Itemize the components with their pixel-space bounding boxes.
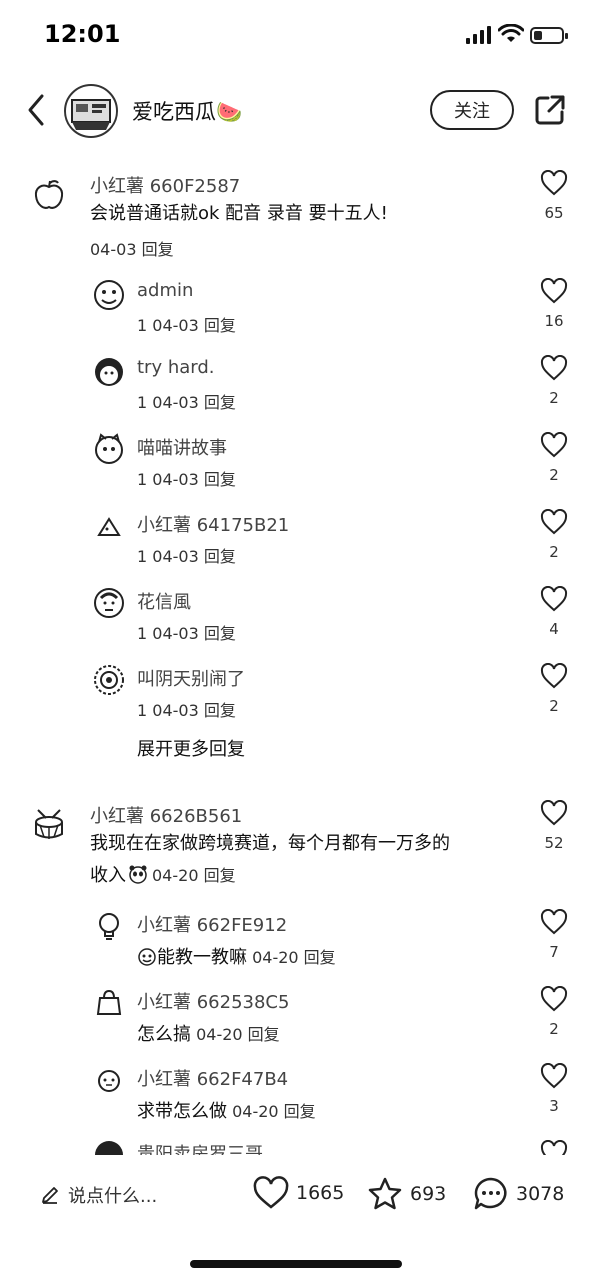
reply-meta[interactable]: 1 04-03 回复 [137,466,236,490]
comment-total: 3078 [516,1183,565,1205]
comment-text-continued: 收入 04-20 回复 [90,860,236,891]
status-bar: 12:01 [0,0,591,70]
face-icon[interactable] [92,1063,126,1097]
comment-list[interactable]: 小红薯 660F2587 会说普通话就ok 配音 录音 要十五人! 04-03 … [0,160,591,1155]
heart-icon [253,1176,289,1209]
reply-text: 怎么搞 [137,1024,191,1045]
reply-username[interactable]: admin [137,280,193,301]
bottom-action-bar: 说点什么... 1665 693 3078 [0,1160,591,1230]
post-header: 爱吃西瓜🍉 关注 [0,78,591,142]
like-heart-icon[interactable] [540,800,568,826]
like-count: 2 [549,389,559,407]
like-heart-icon[interactable] [540,586,568,612]
reply-username[interactable]: 小红薯 662538C5 [137,988,289,1014]
like-count: 4 [549,620,559,638]
like-count: 2 [549,1020,559,1038]
reply-username[interactable]: 叫阴天别闹了 [137,665,245,691]
comment-button[interactable]: 3078 [472,1176,564,1212]
face-emoji-icon [137,947,157,967]
author-avatar-icon [71,99,111,130]
reply-meta[interactable]: 1 04-03 回复 [137,389,236,413]
dotted-circle-icon[interactable] [92,663,126,697]
like-heart-icon[interactable] [540,1063,568,1089]
like-heart-icon[interactable] [540,1140,568,1155]
reply-meta[interactable]: 04-20 回复 [196,1025,280,1044]
reply-meta[interactable]: 1 04-03 回复 [137,697,236,721]
apple-icon[interactable] [32,178,66,212]
reply-username[interactable]: 小红薯 662FE912 [137,911,287,937]
home-indicator[interactable] [190,1260,402,1268]
like-total: 1665 [296,1182,345,1204]
like-count: 52 [544,834,564,852]
bag-icon[interactable] [92,986,126,1020]
chat-bubble-icon [474,1177,507,1210]
reply-meta[interactable]: 1 04-03 回复 [137,543,236,567]
reply-meta[interactable]: 04-20 回复 [232,1102,316,1121]
like-heart-icon[interactable] [540,170,568,196]
favorite-button[interactable]: 693 [366,1176,446,1212]
reply-meta[interactable]: 1 04-03 回复 [137,312,236,336]
comment-input-placeholder[interactable]: 说点什么... [68,1182,157,1208]
reply-username[interactable]: 贵阳卖房罗三哥 [137,1140,263,1155]
status-time: 12:01 [44,20,121,48]
comment-meta[interactable]: 04-03 回复 [90,236,174,260]
expand-replies-button[interactable]: 展开更多回复 [137,735,245,761]
share-icon[interactable] [534,94,566,126]
follow-button[interactable]: 关注 [430,90,514,130]
lightbulb-icon[interactable] [92,909,126,943]
reply-username[interactable]: try hard. [137,357,215,378]
triangle-icon[interactable] [92,509,126,543]
like-heart-icon[interactable] [540,909,568,935]
author-name[interactable]: 爱吃西瓜🍉 [132,96,242,126]
reply-body: 求带怎么做 04-20 回复 [137,1097,316,1123]
reply-body: 怎么搞 04-20 回复 [137,1020,280,1046]
like-heart-icon[interactable] [540,278,568,304]
comment-text: 会说普通话就ok 配音 录音 要十五人! [90,203,388,224]
comment-username[interactable]: 小红薯 660F2587 [90,172,240,198]
favorite-total: 693 [410,1183,447,1205]
reply-username[interactable]: 喵喵讲故事 [137,434,227,460]
like-count: 3 [549,1097,559,1115]
star-icon [368,1177,402,1210]
like-count: 7 [549,943,559,961]
doodle-face-icon[interactable] [92,278,126,312]
panda-emoji-icon [128,863,148,884]
reply-username[interactable]: 花信風 [137,588,191,614]
like-heart-icon[interactable] [540,509,568,535]
comment-meta[interactable]: 04-20 回复 [152,866,236,885]
comment-text: 我现在在家做跨境赛道，每个月都有一万多的 [90,833,450,854]
cat-icon[interactable] [92,432,126,466]
reply-text: 求带怎么做 [137,1101,227,1122]
battery-icon [530,27,568,44]
comment-input[interactable]: 说点什么... [40,1182,157,1208]
like-count: 2 [549,466,559,484]
comment-text: 收入 [90,865,126,886]
reply-username[interactable]: 小红薯 662F47B4 [137,1065,288,1091]
reply-username[interactable]: 小红薯 64175B21 [137,511,289,537]
reply-text: 能教一教嘛 [157,947,247,968]
cellular-signal-icon [466,26,491,44]
reply-meta[interactable]: 1 04-03 回复 [137,620,236,644]
like-count: 65 [544,204,564,222]
drum-icon[interactable] [32,808,66,842]
like-heart-icon[interactable] [540,663,568,689]
back-chevron-icon[interactable] [22,92,52,128]
cartoon-head-icon[interactable] [92,355,126,389]
like-heart-icon[interactable] [540,355,568,381]
like-count: 2 [549,543,559,561]
author-avatar[interactable] [64,84,118,138]
reply-meta[interactable]: 04-20 回复 [252,948,336,967]
wifi-icon [498,24,524,42]
like-button[interactable]: 1665 [252,1176,344,1210]
like-heart-icon[interactable] [540,986,568,1012]
sketch-face-icon[interactable] [92,586,126,620]
reply-body: 能教一教嘛 04-20 回复 [137,943,336,969]
comment-username[interactable]: 小红薯 6626B561 [90,802,242,828]
like-heart-icon[interactable] [540,432,568,458]
like-count: 2 [549,697,559,715]
pencil-icon [42,1187,58,1204]
avatar-partial-icon[interactable] [92,1138,126,1155]
like-count: 16 [544,312,564,330]
